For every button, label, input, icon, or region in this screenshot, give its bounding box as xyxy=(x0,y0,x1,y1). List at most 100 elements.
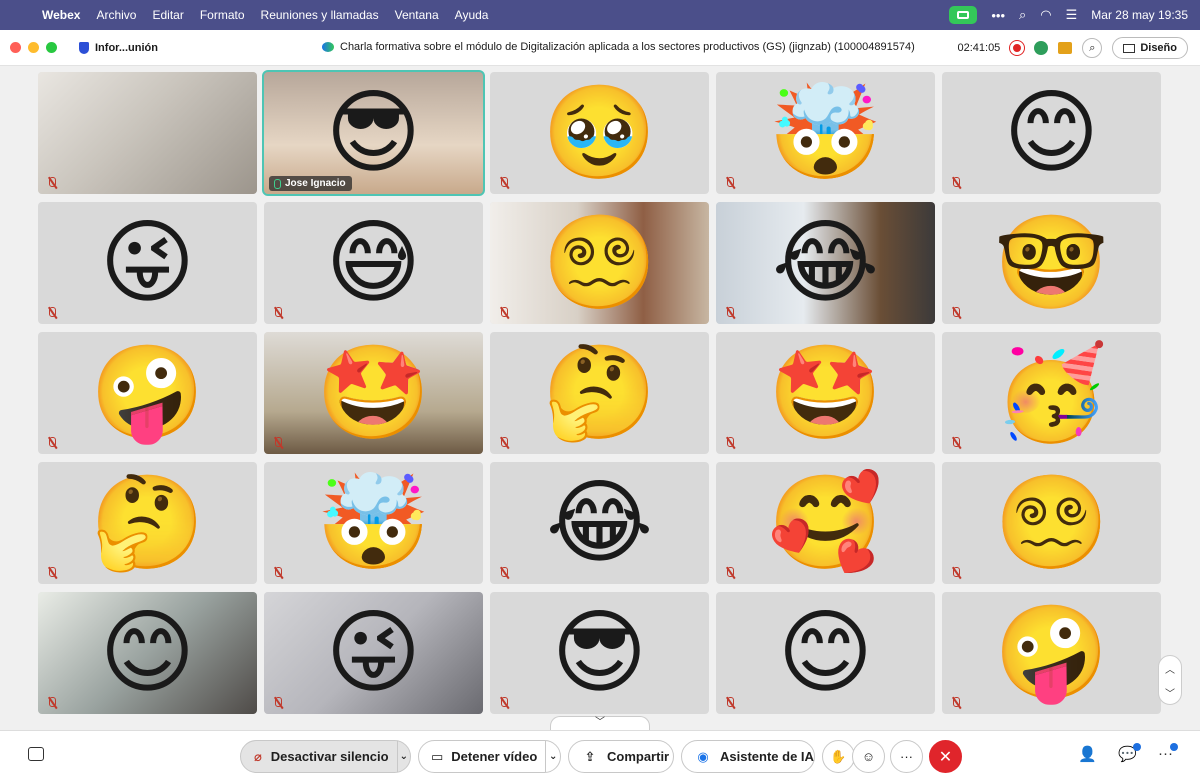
participant-tile[interactable]: 😎 Jose Ignacio xyxy=(262,70,485,196)
raise-hand-button[interactable]: ✋ xyxy=(822,740,855,773)
zoom-icon[interactable]: ⌕ xyxy=(1082,38,1103,58)
meeting-info-button[interactable]: Infor...unión xyxy=(79,41,158,54)
reaction-emoji: 🤓 xyxy=(994,209,1109,316)
participant-tile[interactable]: C o 🥰 xyxy=(716,462,935,584)
participant-tile[interactable]: J as 🥳 xyxy=(942,332,1161,454)
reaction-emoji: 😵‍💫 xyxy=(994,469,1109,576)
layout-grid-icon xyxy=(1123,43,1136,53)
muted-mic-icon xyxy=(271,696,285,710)
collapse-controls-tab[interactable]: ﹀ xyxy=(550,716,650,730)
app-menu-webex[interactable]: Webex xyxy=(42,8,80,22)
participant-tile[interactable]: Serg ero 🤯 xyxy=(716,72,935,194)
layout-label: Diseño xyxy=(1140,42,1177,54)
participant-tile[interactable] xyxy=(38,72,257,194)
stop-video-button[interactable]: ▭ Detener vídeo ⌄ xyxy=(418,740,561,773)
muted-mic-icon xyxy=(497,306,511,320)
participant-tile[interactable]: 😂 xyxy=(716,202,935,324)
participant-tile[interactable]: 😊 xyxy=(38,592,257,714)
participant-video xyxy=(38,72,257,194)
participant-tile[interactable]: 🤓 xyxy=(942,202,1161,324)
shield-icon xyxy=(79,41,89,54)
muted-mic-icon: ⌀ xyxy=(253,748,262,764)
participant-tile[interactable]: 😜 xyxy=(38,202,257,324)
titlebar-right-tools: 02:41:05 ⌕ Diseño xyxy=(957,37,1188,59)
participant-tile[interactable]: 😵‍💫 xyxy=(490,202,709,324)
menu-ventana[interactable]: Ventana xyxy=(395,8,439,22)
layout-button[interactable]: Diseño xyxy=(1112,37,1188,59)
reaction-emoji: 🥰 xyxy=(768,469,883,576)
active-speaker-name-tag: Jose Ignacio xyxy=(269,176,352,191)
participant-tile[interactable]: 🥹 xyxy=(490,72,709,194)
close-window-button[interactable] xyxy=(10,42,21,53)
scroll-up-icon[interactable]: ︿ xyxy=(1165,661,1175,676)
control-center-icon[interactable]: ☰ xyxy=(1066,7,1078,23)
participant-tile[interactable]: 😎 xyxy=(490,592,709,714)
chat-unread-badge xyxy=(1133,743,1141,751)
participant-tile[interactable]: 🤩 xyxy=(716,332,935,454)
menu-reuniones[interactable]: Reuniones y llamadas xyxy=(261,8,379,22)
more-options-button[interactable]: ··· xyxy=(890,740,923,773)
captions-icon[interactable] xyxy=(1058,42,1073,54)
participant-tile[interactable]: 🤪 xyxy=(942,592,1161,714)
participant-tile[interactable]: 🤩 xyxy=(264,332,483,454)
reaction-emoji: 😜 xyxy=(325,599,422,706)
muted-mic-icon xyxy=(271,436,285,450)
participant-tile[interactable]: 😊 xyxy=(942,72,1161,194)
spotlight-search-icon[interactable]: ⌕ xyxy=(1019,7,1026,23)
unmute-button[interactable]: ⌀ Desactivar silencio ⌄ xyxy=(240,740,411,773)
menu-editar[interactable]: Editar xyxy=(152,8,183,22)
captions-toggle-icon[interactable] xyxy=(28,747,44,761)
reaction-emoji: 😊 xyxy=(1003,79,1100,186)
menu-archivo[interactable]: Archivo xyxy=(96,8,136,22)
participant-tile[interactable]: 🤪 xyxy=(38,332,257,454)
muted-mic-icon xyxy=(497,696,511,710)
participant-tile[interactable]: 😜 xyxy=(264,592,483,714)
video-options-caret-icon[interactable]: ⌄ xyxy=(545,741,560,772)
minimize-window-button[interactable] xyxy=(28,42,39,53)
participant-tile[interactable]: Ju ez 😵‍💫 xyxy=(942,462,1161,584)
muted-mic-icon xyxy=(949,176,963,190)
participants-icon[interactable]: 👤 xyxy=(1078,745,1097,763)
muted-mic-icon xyxy=(723,566,737,580)
participant-tile[interactable]: 🤯 xyxy=(264,462,483,584)
muted-mic-icon xyxy=(497,436,511,450)
muted-mic-icon xyxy=(723,696,737,710)
menubar-clock[interactable]: Mar 28 may 19:35 xyxy=(1091,8,1188,22)
camera-in-use-icon[interactable] xyxy=(949,6,978,24)
menu-formato[interactable]: Formato xyxy=(200,8,245,22)
video-camera-icon: ▭ xyxy=(431,748,444,764)
leave-meeting-button[interactable]: ✕ xyxy=(929,740,962,773)
participant-tile[interactable]: 😅 xyxy=(264,202,483,324)
panels-notification-badge xyxy=(1170,743,1178,751)
close-icon: ✕ xyxy=(938,748,953,766)
reaction-emoji: 😂 xyxy=(771,209,880,316)
reaction-emoji: 😵‍💫 xyxy=(542,209,657,316)
reaction-emoji: 🤯 xyxy=(316,469,431,576)
participant-tile[interactable]: 😂 xyxy=(490,462,709,584)
participant-tile[interactable]: 🤔 xyxy=(490,332,709,454)
recording-icon[interactable] xyxy=(1010,41,1025,55)
muted-mic-icon xyxy=(45,696,59,710)
muted-mic-icon xyxy=(271,566,285,580)
fullscreen-window-button[interactable] xyxy=(46,42,57,53)
grid-scroll-control: ︿ ﹀ xyxy=(1158,655,1182,705)
share-screen-icon: ⇪ xyxy=(584,748,596,764)
more-dots-icon[interactable]: ••• xyxy=(991,8,1005,23)
ai-assistant-button[interactable]: ◉ Asistente de IA xyxy=(681,740,815,773)
reactions-button[interactable]: ☺ xyxy=(852,740,885,773)
share-button[interactable]: ⇪ Compartir xyxy=(568,740,674,773)
reaction-emoji: 🤩 xyxy=(768,339,883,446)
network-stats-icon[interactable] xyxy=(1034,41,1049,55)
reaction-emoji: 🤯 xyxy=(768,79,883,186)
elapsed-time: 02:41:05 xyxy=(957,42,1001,54)
menu-ayuda[interactable]: Ayuda xyxy=(455,8,489,22)
reaction-emoji: 🤔 xyxy=(542,339,657,446)
scroll-down-icon[interactable]: ﹀ xyxy=(1165,685,1175,700)
wifi-icon[interactable]: ◠ xyxy=(1040,7,1051,23)
reaction-emoji: 😂 xyxy=(545,469,654,576)
reaction-emoji: 😅 xyxy=(325,209,422,316)
participant-tile[interactable]: 😊 xyxy=(716,592,935,714)
participant-tile[interactable]: 🤔 xyxy=(38,462,257,584)
audio-options-caret-icon[interactable]: ⌄ xyxy=(396,741,410,772)
muted-mic-icon xyxy=(271,306,285,320)
